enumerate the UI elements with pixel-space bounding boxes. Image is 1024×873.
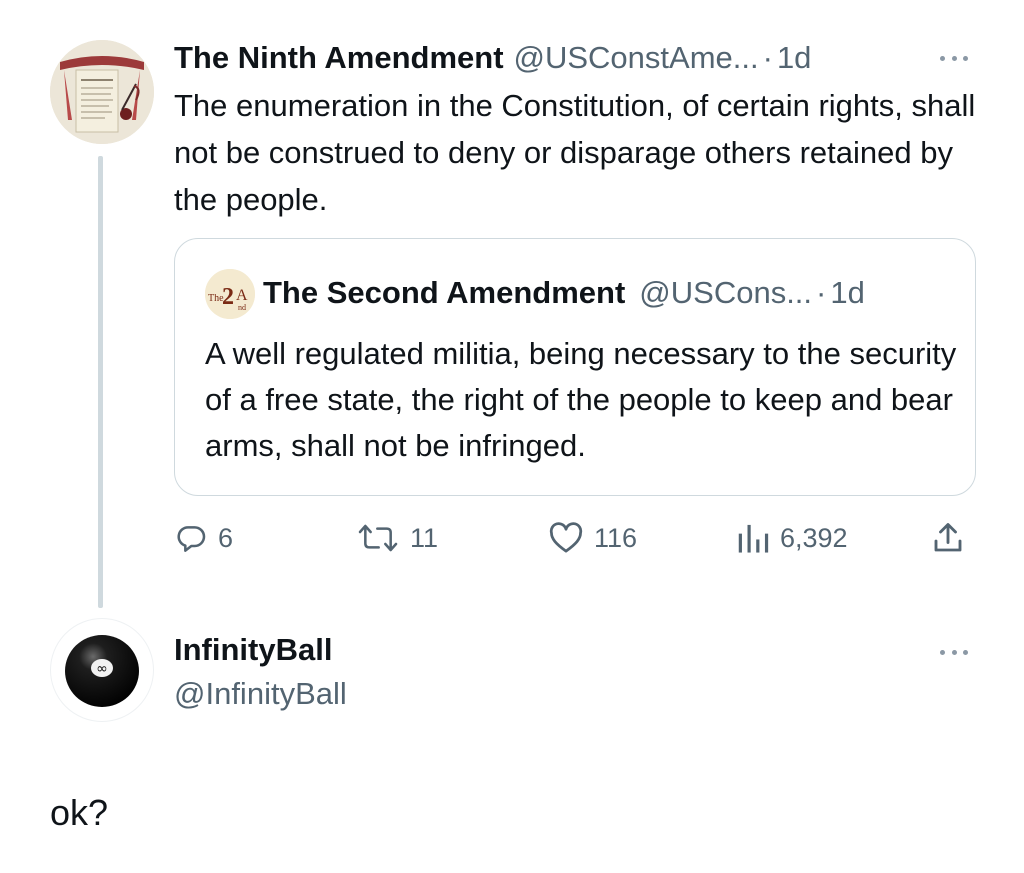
svg-text:2: 2: [222, 284, 234, 310]
like-count: 116: [594, 522, 638, 553]
quoted-tweet-header: The Second Amendment @USCons... · 1d: [263, 273, 865, 313]
tweet-timestamp[interactable]: 1d: [777, 38, 811, 78]
infinityball-avatar[interactable]: ∞: [50, 618, 154, 722]
like-button[interactable]: 116: [548, 518, 637, 558]
reply-text: ok?: [50, 792, 109, 833]
quoted-tweet-text: A well regulated militia, being necessar…: [205, 336, 957, 463]
repost-icon: [358, 524, 398, 552]
repost-count: 11: [410, 522, 439, 553]
more-options-icon[interactable]: [934, 46, 974, 70]
heart-icon: [549, 522, 583, 553]
svg-text:nd: nd: [238, 303, 246, 312]
ninth-amendment-avatar[interactable]: [50, 40, 154, 144]
tweet-text: The enumeration in the Constitution, of …: [174, 88, 976, 217]
views-button[interactable]: 6,392: [734, 518, 848, 558]
reply-author-handle[interactable]: @InfinityBall: [174, 674, 347, 714]
eight-ball-icon: ∞: [65, 635, 139, 707]
share-icon: [934, 523, 962, 552]
tweet-header: The Ninth Amendment @USConstAme... · 1d: [174, 38, 811, 78]
more-options-icon[interactable]: [934, 640, 974, 664]
thread-view: The Ninth Amendment @USConstAme... · 1d …: [0, 0, 1024, 873]
constitution-scroll-icon: [50, 40, 154, 144]
reply-count: 6: [218, 522, 234, 553]
author-handle[interactable]: @USConstAme...: [514, 38, 759, 78]
quoted-author-name[interactable]: The Second Amendment: [263, 275, 625, 311]
second-amendment-avatar[interactable]: The 2 A nd: [205, 269, 255, 319]
reply-button[interactable]: 6: [176, 518, 233, 558]
svg-text:∞: ∞: [96, 661, 108, 677]
reply-icon: [177, 526, 206, 552]
author-name[interactable]: The Ninth Amendment: [174, 38, 504, 78]
svg-text:A: A: [236, 287, 248, 304]
repost-button[interactable]: 11: [356, 518, 438, 558]
views-count: 6,392: [780, 522, 848, 553]
quoted-author-handle[interactable]: @USCons...: [639, 275, 812, 311]
separator-dot: ·: [762, 40, 773, 75]
share-button[interactable]: [930, 518, 966, 558]
views-icon: [738, 524, 769, 553]
2a-logo-icon: The 2 A nd: [205, 269, 255, 319]
reply-author-name[interactable]: InfinityBall: [174, 630, 332, 670]
thread-connector-line: [98, 156, 103, 608]
quoted-timestamp[interactable]: 1d: [830, 275, 864, 311]
separator-dot: ·: [816, 275, 827, 310]
quoted-tweet-card[interactable]: The 2 A nd The Second Amendment @USCons.…: [174, 238, 976, 496]
